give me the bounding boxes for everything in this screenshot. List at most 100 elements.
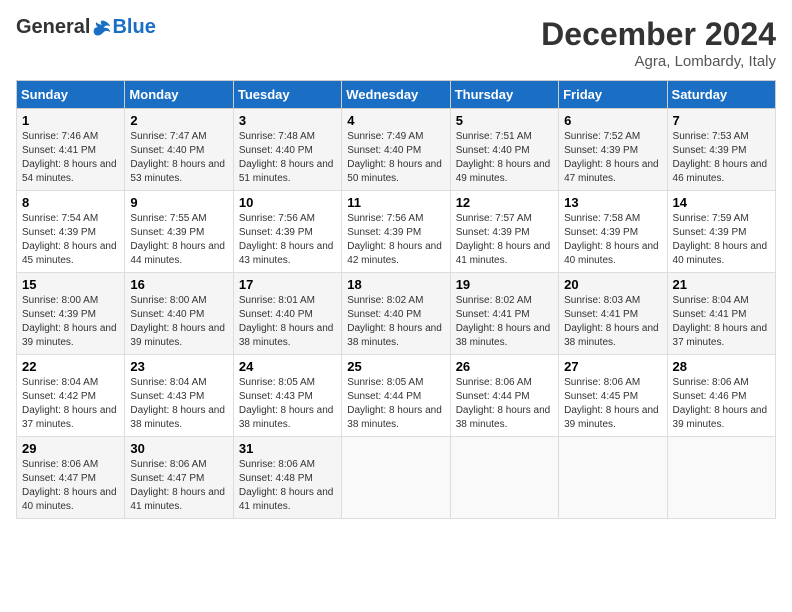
day-number: 4 <box>347 113 444 128</box>
day-number: 18 <box>347 277 444 292</box>
calendar-cell <box>450 437 558 519</box>
calendar-cell: 20 Sunrise: 8:03 AM Sunset: 4:41 PM Dayl… <box>559 273 667 355</box>
day-info: Sunrise: 7:55 AM Sunset: 4:39 PM Dayligh… <box>130 212 227 268</box>
header-sunday: Sunday <box>17 81 125 109</box>
header-tuesday: Tuesday <box>233 81 341 109</box>
header: General Blue December 2024 Agra, Lombard… <box>16 16 776 70</box>
calendar-cell: 8 Sunrise: 7:54 AM Sunset: 4:39 PM Dayli… <box>17 191 125 273</box>
calendar-cell: 24 Sunrise: 8:05 AM Sunset: 4:43 PM Dayl… <box>233 355 341 437</box>
calendar-cell: 27 Sunrise: 8:06 AM Sunset: 4:45 PM Dayl… <box>559 355 667 437</box>
calendar-cell: 26 Sunrise: 8:06 AM Sunset: 4:44 PM Dayl… <box>450 355 558 437</box>
calendar-week-3: 15 Sunrise: 8:00 AM Sunset: 4:39 PM Dayl… <box>17 273 776 355</box>
day-info: Sunrise: 7:59 AM Sunset: 4:39 PM Dayligh… <box>673 212 770 268</box>
logo: General Blue <box>16 16 156 39</box>
calendar-week-2: 8 Sunrise: 7:54 AM Sunset: 4:39 PM Dayli… <box>17 191 776 273</box>
day-number: 31 <box>239 441 336 456</box>
day-number: 1 <box>22 113 119 128</box>
calendar-cell: 6 Sunrise: 7:52 AM Sunset: 4:39 PM Dayli… <box>559 109 667 191</box>
calendar-cell: 19 Sunrise: 8:02 AM Sunset: 4:41 PM Dayl… <box>450 273 558 355</box>
day-number: 9 <box>130 195 227 210</box>
day-number: 16 <box>130 277 227 292</box>
calendar-cell: 18 Sunrise: 8:02 AM Sunset: 4:40 PM Dayl… <box>342 273 450 355</box>
day-info: Sunrise: 8:06 AM Sunset: 4:47 PM Dayligh… <box>130 458 227 514</box>
day-number: 14 <box>673 195 770 210</box>
day-number: 29 <box>22 441 119 456</box>
calendar-cell: 3 Sunrise: 7:48 AM Sunset: 4:40 PM Dayli… <box>233 109 341 191</box>
day-number: 10 <box>239 195 336 210</box>
day-info: Sunrise: 8:05 AM Sunset: 4:43 PM Dayligh… <box>239 376 336 432</box>
day-info: Sunrise: 8:00 AM Sunset: 4:40 PM Dayligh… <box>130 294 227 350</box>
day-info: Sunrise: 7:47 AM Sunset: 4:40 PM Dayligh… <box>130 130 227 186</box>
day-number: 7 <box>673 113 770 128</box>
day-info: Sunrise: 8:02 AM Sunset: 4:40 PM Dayligh… <box>347 294 444 350</box>
day-info: Sunrise: 7:56 AM Sunset: 4:39 PM Dayligh… <box>347 212 444 268</box>
day-number: 28 <box>673 359 770 374</box>
calendar-cell: 28 Sunrise: 8:06 AM Sunset: 4:46 PM Dayl… <box>667 355 775 437</box>
day-info: Sunrise: 8:06 AM Sunset: 4:45 PM Dayligh… <box>564 376 661 432</box>
day-info: Sunrise: 7:48 AM Sunset: 4:40 PM Dayligh… <box>239 130 336 186</box>
calendar-cell <box>559 437 667 519</box>
day-info: Sunrise: 7:57 AM Sunset: 4:39 PM Dayligh… <box>456 212 553 268</box>
logo-general-text: General <box>16 16 90 39</box>
calendar-cell: 25 Sunrise: 8:05 AM Sunset: 4:44 PM Dayl… <box>342 355 450 437</box>
day-number: 6 <box>564 113 661 128</box>
day-info: Sunrise: 8:06 AM Sunset: 4:46 PM Dayligh… <box>673 376 770 432</box>
day-number: 20 <box>564 277 661 292</box>
day-number: 30 <box>130 441 227 456</box>
day-info: Sunrise: 7:46 AM Sunset: 4:41 PM Dayligh… <box>22 130 119 186</box>
day-number: 24 <box>239 359 336 374</box>
day-number: 8 <box>22 195 119 210</box>
location-title: Agra, Lombardy, Italy <box>541 53 776 70</box>
day-number: 27 <box>564 359 661 374</box>
calendar-week-5: 29 Sunrise: 8:06 AM Sunset: 4:47 PM Dayl… <box>17 437 776 519</box>
day-info: Sunrise: 7:53 AM Sunset: 4:39 PM Dayligh… <box>673 130 770 186</box>
calendar-week-4: 22 Sunrise: 8:04 AM Sunset: 4:42 PM Dayl… <box>17 355 776 437</box>
title-area: December 2024 Agra, Lombardy, Italy <box>541 16 776 70</box>
day-number: 22 <box>22 359 119 374</box>
calendar-week-1: 1 Sunrise: 7:46 AM Sunset: 4:41 PM Dayli… <box>17 109 776 191</box>
header-monday: Monday <box>125 81 233 109</box>
calendar-cell: 22 Sunrise: 8:04 AM Sunset: 4:42 PM Dayl… <box>17 355 125 437</box>
calendar-cell: 13 Sunrise: 7:58 AM Sunset: 4:39 PM Dayl… <box>559 191 667 273</box>
day-info: Sunrise: 7:58 AM Sunset: 4:39 PM Dayligh… <box>564 212 661 268</box>
day-number: 12 <box>456 195 553 210</box>
day-number: 11 <box>347 195 444 210</box>
calendar-cell: 16 Sunrise: 8:00 AM Sunset: 4:40 PM Dayl… <box>125 273 233 355</box>
calendar-cell: 2 Sunrise: 7:47 AM Sunset: 4:40 PM Dayli… <box>125 109 233 191</box>
day-number: 25 <box>347 359 444 374</box>
day-number: 17 <box>239 277 336 292</box>
calendar-cell: 30 Sunrise: 8:06 AM Sunset: 4:47 PM Dayl… <box>125 437 233 519</box>
day-info: Sunrise: 8:06 AM Sunset: 4:47 PM Dayligh… <box>22 458 119 514</box>
header-thursday: Thursday <box>450 81 558 109</box>
calendar-cell: 17 Sunrise: 8:01 AM Sunset: 4:40 PM Dayl… <box>233 273 341 355</box>
calendar-cell: 7 Sunrise: 7:53 AM Sunset: 4:39 PM Dayli… <box>667 109 775 191</box>
day-number: 2 <box>130 113 227 128</box>
calendar-cell <box>342 437 450 519</box>
calendar-cell: 11 Sunrise: 7:56 AM Sunset: 4:39 PM Dayl… <box>342 191 450 273</box>
day-info: Sunrise: 8:02 AM Sunset: 4:41 PM Dayligh… <box>456 294 553 350</box>
day-number: 21 <box>673 277 770 292</box>
day-info: Sunrise: 7:49 AM Sunset: 4:40 PM Dayligh… <box>347 130 444 186</box>
day-info: Sunrise: 8:04 AM Sunset: 4:41 PM Dayligh… <box>673 294 770 350</box>
day-info: Sunrise: 8:05 AM Sunset: 4:44 PM Dayligh… <box>347 376 444 432</box>
day-info: Sunrise: 7:56 AM Sunset: 4:39 PM Dayligh… <box>239 212 336 268</box>
header-wednesday: Wednesday <box>342 81 450 109</box>
logo-bird-icon <box>92 18 112 38</box>
calendar-cell: 31 Sunrise: 8:06 AM Sunset: 4:48 PM Dayl… <box>233 437 341 519</box>
calendar-cell: 1 Sunrise: 7:46 AM Sunset: 4:41 PM Dayli… <box>17 109 125 191</box>
day-info: Sunrise: 8:00 AM Sunset: 4:39 PM Dayligh… <box>22 294 119 350</box>
calendar-cell: 29 Sunrise: 8:06 AM Sunset: 4:47 PM Dayl… <box>17 437 125 519</box>
calendar-cell: 14 Sunrise: 7:59 AM Sunset: 4:39 PM Dayl… <box>667 191 775 273</box>
day-info: Sunrise: 7:51 AM Sunset: 4:40 PM Dayligh… <box>456 130 553 186</box>
day-number: 13 <box>564 195 661 210</box>
day-number: 15 <box>22 277 119 292</box>
calendar-header-row: Sunday Monday Tuesday Wednesday Thursday… <box>17 81 776 109</box>
header-friday: Friday <box>559 81 667 109</box>
day-info: Sunrise: 7:54 AM Sunset: 4:39 PM Dayligh… <box>22 212 119 268</box>
calendar-cell: 4 Sunrise: 7:49 AM Sunset: 4:40 PM Dayli… <box>342 109 450 191</box>
calendar-table: Sunday Monday Tuesday Wednesday Thursday… <box>16 80 776 519</box>
calendar-cell: 15 Sunrise: 8:00 AM Sunset: 4:39 PM Dayl… <box>17 273 125 355</box>
calendar-cell: 12 Sunrise: 7:57 AM Sunset: 4:39 PM Dayl… <box>450 191 558 273</box>
day-info: Sunrise: 7:52 AM Sunset: 4:39 PM Dayligh… <box>564 130 661 186</box>
logo-blue-text: Blue <box>112 16 155 39</box>
